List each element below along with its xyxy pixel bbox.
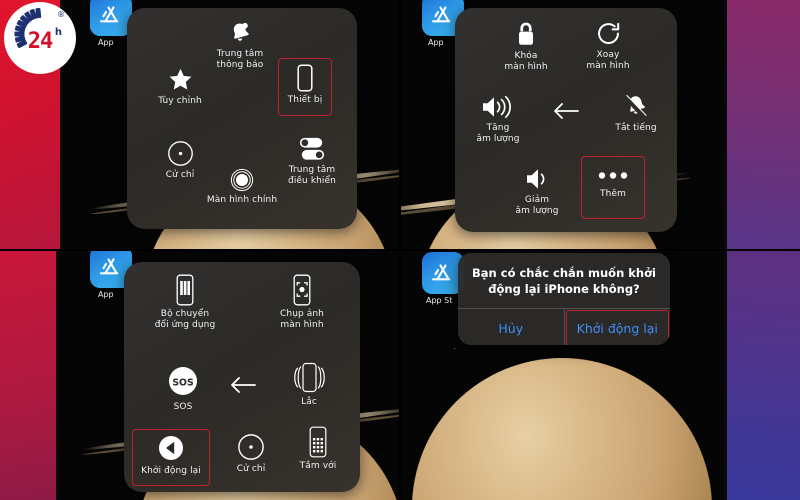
quadrant-divider-vertical: [399, 0, 401, 500]
sos-icon: SOS: [168, 366, 198, 396]
restart-confirm-dialog: Bạn có chắc chắn muốn khởi động lại iPho…: [458, 253, 670, 345]
assistivetouch-menu-card: Khóa màn hình Xoay màn hình Tăng âm lượn…: [455, 8, 677, 232]
app-store-label: App St: [426, 296, 453, 305]
menu-item-label: Thêm: [600, 189, 626, 199]
cancel-button[interactable]: Hủy: [458, 309, 564, 345]
menu-item-label: Chụp ảnh màn hình: [280, 309, 324, 330]
watermark-number: 24: [27, 29, 54, 54]
app-store-label: App: [98, 290, 114, 299]
menu-item-label: Cử chỉ: [165, 170, 195, 180]
menu-item-mute[interactable]: Tắt tiếng: [598, 92, 674, 134]
star-icon: [167, 66, 194, 93]
screenshot-root: App Trung tâm thông báo Tùy chỉnh Thiết …: [0, 0, 800, 500]
screenshot-icon: [293, 274, 311, 306]
decor-band-right: [727, 250, 800, 500]
app-store-icon[interactable]: [90, 0, 132, 36]
app-store-label: App: [428, 38, 444, 47]
dialog-message: Bạn có chắc chắn muốn khởi động lại iPho…: [472, 266, 656, 296]
watermark-logo-24h: ® 24 h: [4, 2, 76, 74]
assistivetouch-menu-card: Bộ chuyển đổi ứng dụng Chụp ảnh màn hình: [124, 262, 360, 492]
menu-item-screenshot[interactable]: Chụp ảnh màn hình: [252, 274, 352, 330]
app-store-label: App: [98, 38, 114, 47]
menu-item-label: Màn hình chính: [206, 195, 278, 205]
circle-dot-icon: [167, 140, 194, 167]
lock-icon: [514, 20, 538, 48]
menu-item-label: Trung tâm điều khiển: [288, 165, 336, 186]
restart-icon: [158, 435, 184, 461]
menu-item-volume-down[interactable]: Giảm âm lượng: [497, 166, 577, 216]
menu-item-label: Tăng âm lượng: [476, 123, 520, 144]
registered-mark: ®: [57, 10, 65, 19]
toggles-icon: [298, 136, 326, 162]
menu-item-device[interactable]: Thiết bị: [278, 58, 332, 116]
menu-item-label: Tùy chỉnh: [158, 96, 202, 106]
home-circle-icon: [230, 168, 254, 192]
decor-band-right: [727, 0, 800, 250]
menu-item-label: Tắt tiếng: [615, 123, 657, 133]
bell-slash-icon: [622, 92, 650, 120]
panel-assistivetouch-more: App Bộ chuyển đổi ứng dụng Chụp ảnh màn …: [0, 250, 400, 500]
watermark-superscript: h: [54, 27, 62, 38]
panel-restart-confirm: App St Bạn có chắc chắn muốn khởi động l…: [400, 250, 800, 500]
menu-item-reachability[interactable]: Tầm với: [284, 426, 352, 472]
circle-dot-icon: [237, 433, 265, 461]
menu-item-label: Bộ chuyển đổi ứng dụng: [154, 309, 216, 330]
reachability-icon: [309, 426, 327, 458]
menu-item-app-switcher[interactable]: Bộ chuyển đổi ứng dụng: [132, 274, 238, 330]
app-switcher-icon: [176, 274, 194, 306]
menu-item-label: Xoay màn hình: [586, 50, 630, 71]
bell-icon: [227, 20, 253, 46]
menu-item-rotate-screen[interactable]: Xoay màn hình: [563, 20, 653, 71]
menu-item-label: Cử chỉ: [236, 464, 266, 474]
menu-item-label: SOS: [173, 402, 193, 412]
menu-item-sos[interactable]: SOS SOS: [146, 366, 220, 413]
back-arrow-icon[interactable]: [228, 374, 258, 400]
menu-item-shake[interactable]: Lắc: [274, 362, 344, 408]
menu-item-label: Giảm âm lượng: [515, 195, 559, 216]
menu-item-label: Lắc: [301, 397, 317, 407]
menu-item-label: Khóa màn hình: [504, 51, 548, 72]
ellipsis-icon: [597, 171, 629, 180]
menu-item-restart[interactable]: Khởi động lại: [132, 429, 210, 486]
restart-button[interactable]: Khởi động lại: [565, 309, 671, 345]
volume-up-icon: [480, 94, 516, 120]
phone-outline-icon: [297, 64, 313, 92]
assistivetouch-menu-card: Trung tâm thông báo Tùy chỉnh Thiết bị C…: [127, 8, 357, 229]
menu-item-control-center[interactable]: Trung tâm điều khiển: [272, 136, 352, 186]
decor-band-left: [0, 250, 56, 500]
svg-text:SOS: SOS: [172, 377, 194, 388]
back-arrow-icon[interactable]: [551, 100, 581, 126]
panel-assistivetouch-device: App Khóa màn hình Xoay màn hình Tăng âm …: [400, 0, 800, 250]
menu-item-custom[interactable]: Tùy chỉnh: [133, 66, 227, 107]
menu-item-volume-up[interactable]: Tăng âm lượng: [457, 94, 539, 144]
menu-item-lock-screen[interactable]: Khóa màn hình: [481, 20, 571, 72]
volume-down-icon: [523, 166, 551, 192]
menu-item-label: Thiết bị: [287, 95, 323, 105]
menu-item-gestures[interactable]: Cử chỉ: [215, 433, 287, 475]
shake-icon: [292, 362, 326, 394]
dialog-button-row: Hủy Khởi động lại: [458, 309, 670, 345]
menu-item-label: Khởi động lại: [141, 466, 201, 476]
menu-item-label: Tầm với: [299, 461, 337, 471]
menu-item-more[interactable]: Thêm: [581, 156, 645, 219]
rotate-icon: [595, 20, 622, 47]
